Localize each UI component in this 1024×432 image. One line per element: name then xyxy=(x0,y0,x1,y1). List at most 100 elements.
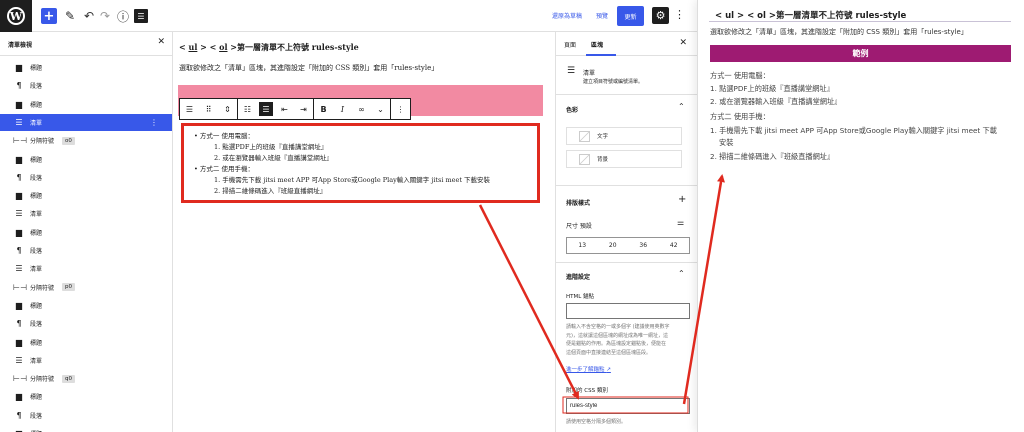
link-icon[interactable]: ∞ xyxy=(352,99,371,119)
tab-block[interactable]: 區塊 xyxy=(591,40,603,49)
redo-icon[interactable]: ↷ xyxy=(98,7,112,25)
list-view-item[interactable]: ▆標題 xyxy=(0,388,172,405)
ordered-list-icon[interactable]: ☰ xyxy=(259,102,273,116)
list-view-item[interactable]: ▆標題 xyxy=(0,59,172,76)
list-view-item[interactable]: ⊢⊣ 分隔符號 p0 xyxy=(0,279,172,296)
font-size-option[interactable]: 36 xyxy=(639,242,647,249)
list-view-title: 清單檢視 xyxy=(8,42,33,49)
preview-description: 選取欲修改之「清單」區塊，其進階設定「附加的 CSS 類別」套用「rules-s… xyxy=(710,28,968,36)
list-icon: ☰ xyxy=(15,264,23,274)
list-view-item[interactable]: ¶ 段落 xyxy=(0,315,172,332)
list-view-item[interactable]: ☰ 清單 xyxy=(0,205,172,222)
undo-icon[interactable]: ↶ xyxy=(82,7,96,25)
list-view-item-label: 標題 xyxy=(30,193,43,201)
preview-button[interactable]: 預覽 xyxy=(596,11,608,20)
title-underline xyxy=(709,21,1011,22)
list-view-item[interactable]: ▆標題 xyxy=(0,425,172,432)
anchor-badge: q0 xyxy=(62,374,75,383)
unordered-list-icon[interactable]: ☷ xyxy=(238,99,257,119)
list-view-item-label: 段落 xyxy=(30,412,43,420)
list-view-item-label: 標題 xyxy=(30,156,43,164)
block-options-icon[interactable]: ⋮ xyxy=(150,118,158,127)
list-icon: ☰ xyxy=(15,355,23,365)
edit-tool-icon[interactable]: ✎ xyxy=(63,7,77,25)
heading-icon: ▆ xyxy=(15,154,23,164)
list-view-item[interactable]: ▆標題 xyxy=(0,96,172,113)
switch-to-draft-button[interactable]: 還原為草稿 xyxy=(552,11,582,20)
move-up-down-icon[interactable]: ⇕ xyxy=(218,99,237,119)
block-editor: W + ✎ ↶ ↷ ⓘ ☰ 還原為草稿 預覽 更新 ⚙ ⋮ 清單檢視 ✕ ▆ 標題… xyxy=(0,0,697,432)
list-item: 1. 點選PDF上的班級『直播講堂網址』 xyxy=(214,143,328,151)
font-size-option[interactable]: 13 xyxy=(578,242,586,249)
advanced-section-title: 進階設定 xyxy=(566,274,591,281)
text-color-swatch[interactable]: 文字 xyxy=(566,127,682,145)
update-button[interactable]: 更新 xyxy=(617,6,644,26)
list-view-item-label: 段落 xyxy=(30,248,43,255)
chevron-up-icon[interactable]: ⌃ xyxy=(678,102,685,111)
divider xyxy=(556,262,697,263)
post-paragraph[interactable]: 選取欲修改之「清單」區塊，其進階設定「附加的 CSS 類別」套用「rules-s… xyxy=(179,63,438,73)
more-options-icon[interactable]: ⋮ xyxy=(674,8,685,21)
paragraph-icon: ¶ xyxy=(16,410,22,420)
sliders-icon[interactable]: ⚌ xyxy=(677,218,684,227)
font-size-picker[interactable]: 13 20 36 42 xyxy=(566,237,690,254)
list-view-item[interactable]: ▆標題 xyxy=(0,297,172,314)
italic-icon[interactable]: I xyxy=(333,99,352,119)
list-view-item[interactable]: ▆標題 xyxy=(0,334,172,351)
paragraph-icon: ¶ xyxy=(16,319,22,329)
background-color-swatch[interactable]: 背景 xyxy=(566,150,682,168)
add-block-button[interactable]: + xyxy=(41,8,57,24)
list-view-item[interactable]: ¶ 段落 xyxy=(0,77,172,94)
list-view-item[interactable]: ¶ 段落 xyxy=(0,169,172,186)
list-view-item-label: 分隔符號 xyxy=(30,138,55,146)
preview-list-line: 安裝 xyxy=(719,138,734,147)
typography-section-title: 排版樣式 xyxy=(566,200,591,207)
size-label: 尺寸 預設 xyxy=(566,223,592,230)
list-view-item[interactable]: ¶ 段落 xyxy=(0,407,172,424)
heading-icon: ▆ xyxy=(15,300,23,310)
list-view-item[interactable]: ▆ 標題 xyxy=(0,151,172,168)
background-color-label: 背景 xyxy=(597,157,609,163)
list-view-item[interactable]: ☰ 清單 xyxy=(0,352,172,369)
drag-handle-icon[interactable]: ⠿ xyxy=(199,99,218,119)
list-block[interactable]: • 方式一 使用電腦： 1. 點選PDF上的班級『直播講堂網址』 2. 或在瀏覽… xyxy=(181,123,540,203)
html-anchor-input[interactable] xyxy=(566,303,690,319)
block-type-icon[interactable]: ☰ xyxy=(180,99,199,119)
preview-list-line: 1. 點選PDF上的班級『直播講堂網址』 xyxy=(710,84,834,93)
list-view-item-label: 標題 xyxy=(30,229,43,237)
learn-more-label: 進一步了解錨點 xyxy=(566,367,605,373)
outdent-icon[interactable]: ⇤ xyxy=(275,99,294,119)
bold-icon[interactable]: B xyxy=(314,99,333,119)
paragraph-icon: ¶ xyxy=(16,246,22,255)
wordpress-logo-button[interactable]: W xyxy=(0,0,32,32)
list-icon: ☰ xyxy=(15,117,23,127)
list-view-item[interactable]: ⊢⊣ 分隔符號 o0 xyxy=(0,132,172,149)
learn-more-link[interactable]: 進一步了解錨點 ↗ xyxy=(566,365,611,373)
block-toolbar: ☰ ⠿ ⇕ ☷ ☰ ⇤ ⇥ B I ∞ ⌄ ⋮ xyxy=(179,98,411,120)
settings-gear-icon[interactable]: ⚙ xyxy=(652,7,669,24)
list-view-toggle-icon[interactable]: ☰ xyxy=(134,9,148,23)
list-view-item[interactable]: ▆標題 xyxy=(0,187,172,204)
tab-page[interactable]: 頁面 xyxy=(564,40,576,49)
list-view-item[interactable]: ☰ 清單 ⋮ xyxy=(0,113,172,131)
indent-icon[interactable]: ⇥ xyxy=(294,99,313,119)
list-view-item[interactable]: ▆標題 xyxy=(0,224,172,241)
info-icon[interactable]: ⓘ xyxy=(116,7,130,25)
external-link-icon: ↗ xyxy=(606,367,611,373)
font-size-option[interactable]: 42 xyxy=(670,242,678,249)
list-view-item[interactable]: ⊢⊣ 分隔符號 q0 xyxy=(0,370,172,387)
css-class-input[interactable] xyxy=(566,398,690,414)
font-size-option[interactable]: 20 xyxy=(609,242,617,249)
chevron-down-icon[interactable]: ⌄ xyxy=(371,99,390,119)
heading-mid: > < xyxy=(197,42,220,52)
plus-icon[interactable]: + xyxy=(678,194,686,205)
close-icon[interactable]: ✕ xyxy=(157,37,165,47)
close-icon[interactable]: ✕ xyxy=(679,38,687,48)
chevron-up-icon[interactable]: ⌃ xyxy=(678,269,685,278)
list-item: • 方式二 使用手機： xyxy=(194,165,254,173)
post-heading[interactable]: < ul > < ol >第一層清單不上符號 rules-style xyxy=(179,42,359,53)
block-description: 建立項目符號或編號清單。 xyxy=(583,79,644,85)
block-options-icon[interactable]: ⋮ xyxy=(391,99,410,119)
list-view-item[interactable]: ¶ 段落 xyxy=(0,242,172,259)
list-view-item[interactable]: ☰ 清單 xyxy=(0,260,172,277)
